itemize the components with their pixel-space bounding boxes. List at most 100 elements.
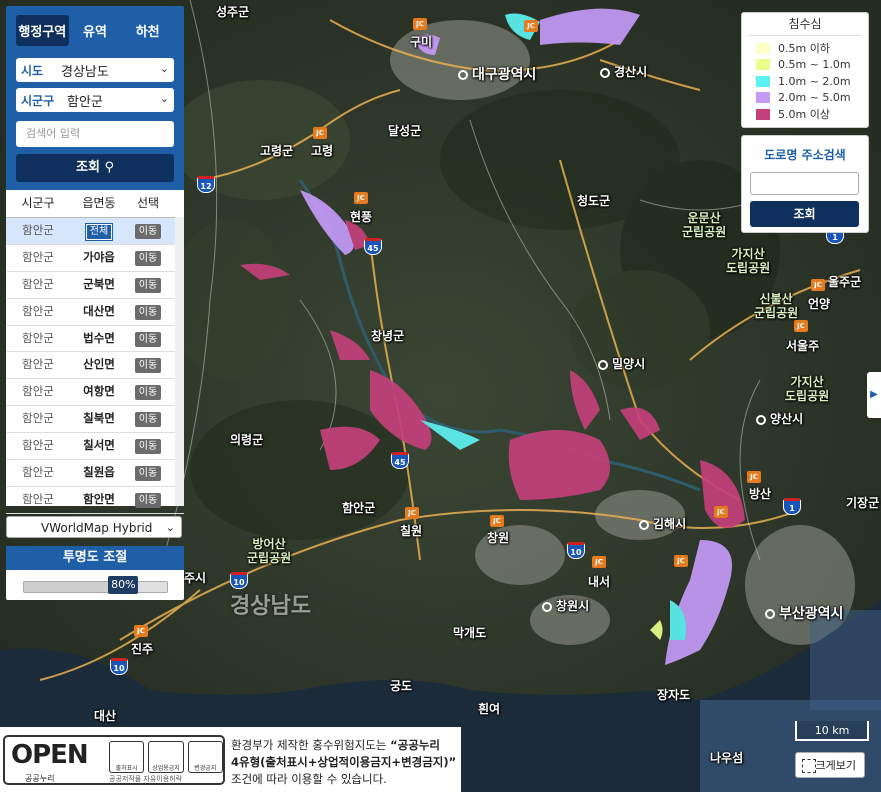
move-button[interactable]: 이동 — [134, 358, 162, 374]
big-view-label: 크게보기 — [815, 759, 856, 772]
sigungu-select[interactable]: 시군구 함안군 ⌄ — [16, 88, 174, 112]
sido-value: 경상남도 — [61, 64, 109, 80]
row-dong: 전체 — [70, 218, 128, 244]
move-button[interactable]: 이동 — [134, 492, 162, 508]
label-goryeong-gun: 고령군 — [260, 144, 294, 158]
attribution-icon: 출처표시 — [109, 741, 145, 773]
table-row[interactable]: 함안군 칠원읍 이동 — [6, 460, 184, 487]
label-daegu: 대구광역시 — [458, 68, 536, 82]
highway-45-icon: 45 — [364, 238, 382, 255]
legend-swatch — [756, 75, 770, 87]
opacity-title: 투명도 조절 — [6, 546, 184, 570]
legend-label: 0.5m ~ 1.0m — [778, 58, 851, 72]
label-miryang: 밀양시 — [598, 358, 645, 370]
move-button[interactable]: 이동 — [134, 331, 162, 347]
move-button[interactable]: 이동 — [134, 224, 162, 239]
row-dong: 함안면 — [83, 491, 115, 506]
road-address-input[interactable] — [750, 172, 859, 195]
legend-label: 2.0m ~ 5.0m — [778, 91, 851, 105]
move-button[interactable]: 이동 — [134, 277, 162, 293]
table-row[interactable]: 함안군 여항면 이동 — [6, 379, 184, 407]
label-changwon: 창원 — [487, 531, 510, 545]
noncommercial-icon: 상업용금지 — [148, 741, 184, 773]
table-row[interactable]: 함안군 함안면 이동 — [6, 487, 184, 514]
open-logo-text: OPEN — [11, 740, 89, 770]
table-row[interactable]: 함안군 가야읍 이동 — [6, 245, 184, 272]
header-dong: 읍면동 — [82, 196, 116, 210]
move-button[interactable]: 이동 — [134, 439, 162, 455]
opacity-control: 투명도 조절 80% — [6, 546, 184, 600]
legend-item: 2.0m ~ 5.0m — [742, 90, 868, 107]
move-button[interactable]: 이동 — [134, 304, 162, 320]
label-gonggdo: 궁도 — [390, 679, 413, 693]
big-view-button[interactable]: 크게보기 — [795, 752, 865, 778]
opacity-slider-handle[interactable]: 80% — [108, 576, 139, 594]
table-row[interactable]: 함안군 산인면 이동 — [6, 352, 184, 380]
chevron-down-icon: ⌄ — [165, 521, 175, 534]
move-button[interactable]: 이동 — [134, 385, 162, 401]
table-row[interactable]: 함안군 칠북면 이동 — [6, 406, 184, 434]
label-hyeonpung: 현풍 — [350, 210, 373, 224]
table-row[interactable]: 함안군 법수면 이동 — [6, 326, 184, 353]
label-gyeongnam: 경상남도 — [230, 594, 311, 619]
basemap-select[interactable]: VWorldMap Hybrid ⌄ — [6, 516, 182, 538]
move-button[interactable]: 이동 — [134, 250, 162, 266]
table-row[interactable]: 함안군 대산면 이동 — [6, 299, 184, 326]
table-row[interactable]: 함안군 칠서면 이동 — [6, 433, 184, 461]
jc-icon: JC — [592, 556, 606, 568]
move-button[interactable]: 이동 — [134, 466, 162, 482]
jc-icon: JC — [354, 192, 368, 204]
tab-admin-district[interactable]: 행정구역 — [16, 15, 69, 46]
label-eonyang: 언양 — [808, 297, 831, 311]
row-select: 이동 — [128, 218, 168, 244]
move-button[interactable]: 이동 — [134, 412, 162, 428]
table-row[interactable]: 함안군 전체 이동 — [6, 218, 184, 245]
label-chilwon: 칠원 — [400, 524, 423, 538]
row-select: 이동 — [128, 326, 168, 352]
row-dong: 가야읍 — [83, 249, 115, 264]
search-input[interactable]: 검색어 입력 — [16, 121, 174, 147]
highway-1-icon: 1 — [783, 498, 801, 515]
jc-icon: JC — [811, 279, 825, 291]
expand-panel-icon[interactable]: ▶ — [867, 372, 881, 418]
legend-item: 5.0m 이상 — [742, 106, 868, 123]
row-sigungu: 함안군 — [22, 223, 54, 237]
no-derivatives-icon: 변경금지 — [187, 741, 223, 773]
row-sigungu: 함안군 — [22, 330, 54, 345]
legend-swatch — [756, 108, 770, 120]
open-logo-sub: 공공누리 — [25, 774, 55, 783]
row-sigungu: 함안군 — [22, 491, 54, 506]
label-changnyeong: 창녕군 — [371, 329, 405, 343]
license-line3: 조건에 따라 이용할 수 있습니다. — [231, 772, 387, 786]
label-gajisan: 가지산 도립공원 — [726, 247, 771, 275]
table-row[interactable]: 함안군 군북면 이동 — [6, 272, 184, 299]
label-gumi: 구미 — [410, 35, 433, 49]
label-jinju-si: 주시 — [184, 571, 207, 585]
sigungu-value: 함안군 — [67, 94, 103, 110]
road-search-button[interactable]: 조회 — [750, 201, 859, 227]
header-sigungu: 시군구 — [21, 196, 55, 210]
table-header: 시군구 읍면동 선택 — [6, 190, 184, 218]
sigungu-label: 시군구 — [21, 93, 55, 108]
jc-icon: JC — [747, 471, 761, 483]
road-search-title: 도로명 주소검색 — [764, 148, 846, 162]
legend-label: 5.0m 이상 — [778, 108, 830, 122]
search-button[interactable]: 조회 ⚲ — [16, 154, 174, 182]
tab-watershed[interactable]: 유역 — [69, 15, 122, 46]
sido-select[interactable]: 시도 경상남도 ⌄ — [16, 58, 174, 82]
jc-icon: JC — [490, 515, 504, 527]
row-select: 이동 — [128, 433, 168, 459]
tab-river[interactable]: 하천 — [121, 15, 174, 46]
result-table: 시군구 읍면동 선택 함안군 전체 이동 함안군 가야읍 이동 함안군 군북면 이동 함안군 대산면… — [6, 190, 184, 514]
legend-title: 침수심 — [748, 13, 862, 36]
label-seoulju: 서울주 — [786, 339, 820, 353]
label-changwon-si: 창원시 — [542, 600, 589, 612]
legend-swatch — [756, 59, 770, 71]
row-select: 이동 — [128, 406, 168, 432]
basemap-value: VWorldMap Hybrid — [41, 521, 153, 535]
depth-legend: 침수심 0.5m 이하 0.5m ~ 1.0m 1.0m ~ 2.0m 2.0m ~ … — [741, 12, 869, 128]
table-scrollbar[interactable] — [175, 217, 184, 506]
row-sigungu: 함안군 — [22, 357, 54, 372]
sido-label: 시도 — [21, 63, 44, 78]
opacity-slider[interactable]: 80% — [23, 576, 168, 594]
